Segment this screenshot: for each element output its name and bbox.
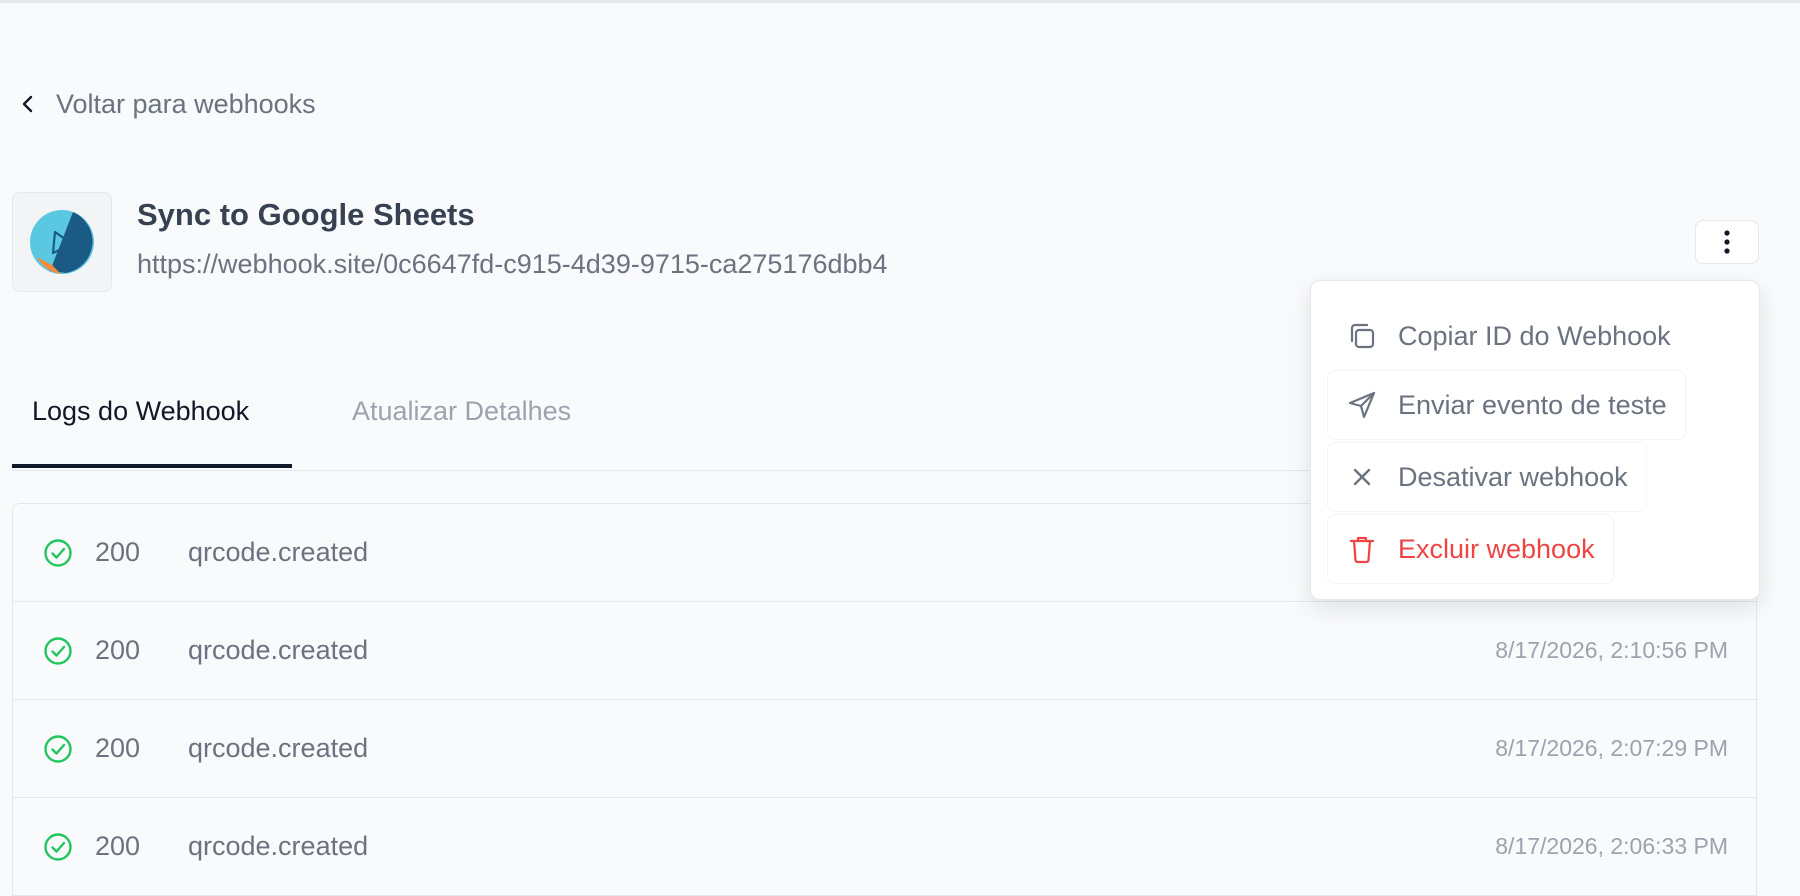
chevron-left-icon: [22, 95, 33, 113]
top-border: [0, 0, 1800, 3]
success-check-icon: [44, 734, 72, 763]
disable-webhook-item[interactable]: Desativar webhook: [1327, 442, 1647, 512]
success-check-icon: [44, 538, 72, 567]
log-timestamp: 8/17/2026, 2:07:29 PM: [1495, 735, 1728, 761]
back-to-webhooks-link[interactable]: Voltar para webhooks: [18, 86, 316, 122]
log-status-code: 200: [95, 537, 141, 567]
log-row[interactable]: 200 qrcode.created 8/17/2026, 2:10:56 PM: [12, 602, 1757, 700]
webhook-logo: [12, 192, 112, 292]
log-event-name: qrcode.created: [188, 831, 369, 861]
send-test-event-item[interactable]: Enviar evento de teste: [1327, 370, 1686, 440]
log-timestamp: 8/17/2026, 2:10:56 PM: [1495, 637, 1728, 663]
copy-icon: [1350, 323, 1375, 349]
copy-webhook-id-item[interactable]: Copiar ID do Webhook: [1327, 301, 1690, 371]
more-options-button[interactable]: [1695, 220, 1759, 264]
log-event-name: qrcode.created: [188, 537, 369, 567]
success-check-icon: [44, 832, 72, 861]
webhook-url: https://webhook.site/0c6647fd-c915-4d39-…: [137, 249, 888, 279]
webhook-actions-menu: Copiar ID do Webhook Enviar evento de te…: [1310, 280, 1760, 600]
log-event-name: qrcode.created: [188, 733, 369, 763]
log-timestamp: 8/17/2026, 2:06:33 PM: [1495, 833, 1728, 859]
trash-icon: [1349, 536, 1375, 564]
success-check-icon: [44, 636, 72, 665]
send-icon: [1348, 391, 1376, 419]
log-row[interactable]: 200 qrcode.created 8/17/2026, 2:07:29 PM: [12, 700, 1757, 798]
google-sheets-sync-logo: [30, 210, 94, 274]
log-status-code: 200: [95, 733, 141, 763]
tab-update-details[interactable]: Atualizar Detalhes: [352, 396, 571, 427]
menu-item-label: Copiar ID do Webhook: [1398, 320, 1671, 351]
log-event-name: qrcode.created: [188, 635, 369, 665]
active-tab-indicator: [12, 464, 292, 468]
log-status-code: 200: [95, 831, 141, 861]
menu-item-label: Excluir webhook: [1398, 533, 1595, 564]
tab-logs[interactable]: Logs do Webhook: [32, 396, 249, 427]
log-status-code: 200: [95, 635, 141, 665]
menu-item-label: Desativar webhook: [1398, 461, 1628, 492]
back-link-label: Voltar para webhooks: [56, 88, 316, 119]
delete-webhook-item[interactable]: Excluir webhook: [1327, 514, 1614, 584]
log-row[interactable]: 200 qrcode.created 8/17/2026, 2:06:33 PM: [12, 798, 1757, 896]
menu-item-label: Enviar evento de teste: [1398, 389, 1667, 420]
close-icon: [1353, 468, 1371, 486]
kebab-menu-icon: [1724, 230, 1730, 254]
webhook-title: Sync to Google Sheets: [137, 197, 475, 232]
